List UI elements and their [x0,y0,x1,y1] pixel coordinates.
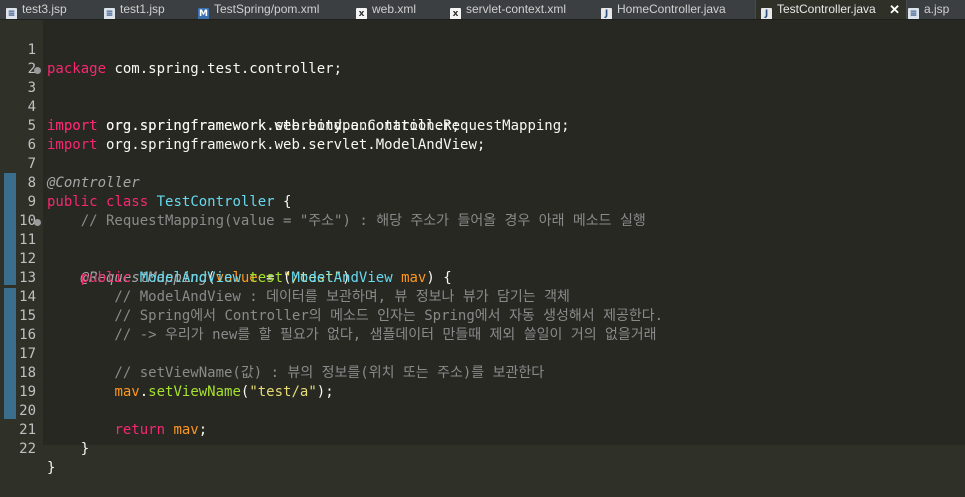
comment: // -> 우리가 new를 할 필요가 없다, 샘플데이터 만들때 제외 쓸일… [47,327,657,343]
fold-toggle-icon[interactable] [34,67,41,74]
parameter-name: mav [401,270,427,286]
line-number: 22 [19,441,36,457]
keyword: import [47,137,98,153]
comment: // RequestMapping(value = "주소") : 해당 주소가… [47,213,646,229]
close-tab-icon[interactable]: ✕ [889,0,900,19]
maven-pom-icon: M [198,8,209,19]
code-line: 14 // Spring에서 Controller의 메소드 인자는 Sprin… [0,269,663,324]
code-line: 20 return mav; [0,383,207,438]
tab-label: servlet-context.xml [466,2,567,16]
code-line: 18 mav.setViewName("test/a"); [0,345,333,400]
code-line: 4 import org.springframework.web.bind.an… [0,79,570,134]
comment: // ModelAndView : 데이터를 보관하며, 뷰 정보나 뷰가 담기… [47,289,570,305]
jsp-file-icon: ≡ [6,8,17,19]
type-name: ModelAndView [139,270,241,286]
xml-file-icon: x [356,8,367,19]
code-line: 19 [0,364,36,400]
code-text: com.spring.test.controller; [106,61,343,77]
tab-home-controller-java[interactable]: J HomeController.java [601,0,751,19]
code-line: 17 // setViewName(값) : 뷰의 정보를(위치 또는 주소)를… [0,326,544,381]
tab-label: web.xml [372,2,417,16]
keyword: public [80,270,132,286]
code-line: 6 [0,117,36,153]
tab-label: TestController.java [777,2,876,16]
code-line: 3 import org.springframework.stereotype.… [0,60,460,134]
tab-label: TestSpring/pom.xml [214,2,320,16]
code-line: 10 [0,193,36,229]
tab-test3-jsp[interactable]: ≡ test3.jsp [6,0,98,19]
tab-a-jsp[interactable]: ≡ a.jsp [908,0,965,19]
code-text: org.springframework.web.servlet.ModelAnd… [97,137,486,153]
keyword: class [106,194,149,210]
tab-web-xml[interactable]: x web.xml [356,0,444,19]
code-text: } [47,441,90,457]
code-line: 8 public class TestController { [0,155,292,210]
tab-servlet-context-xml[interactable]: x servlet-context.xml [450,0,595,19]
class-name: TestController [156,194,275,210]
tab-pom-xml[interactable]: M TestSpring/pom.xml [198,0,348,19]
fold-toggle-icon[interactable] [34,219,41,226]
editor-tab-bar: ≡ test3.jsp ≡ test1.jsp M TestSpring/pom.xm… [0,0,965,20]
code-text: ; [198,422,208,438]
xml-file-icon: x [450,8,461,19]
jsp-file-icon: ≡ [104,8,115,19]
code-text: } [47,460,56,476]
jsp-file-icon: ≡ [908,8,919,19]
method-name: setViewName [148,384,241,400]
code-text: . [139,384,149,400]
code-line: 5 import org.springframework.web.servlet… [0,98,486,153]
code-line: 1 package com.spring.test.controller; [0,22,342,77]
code-line: 21 } [0,402,89,457]
string-literal: "test/a" [249,384,317,400]
tab-label: a.jsp [924,2,950,16]
code-line: 12 public ModelAndView test(ModelAndView… [0,231,452,286]
java-file-icon: J [761,8,772,19]
code-line: 22 } [0,421,55,476]
code-text: ); [316,384,334,400]
keyword: package [47,61,107,77]
code-line: 15 // -> 우리가 new를 할 필요가 없다, 샘플데이터 만들때 제외… [0,288,656,343]
code-line: 16 [0,307,36,343]
code-line: 9 // RequestMapping(value = "주소") : 해당 주… [0,174,646,229]
code-text: org.springframework.web.bind.annotation.… [97,118,570,134]
code-text: ) { [426,270,452,286]
type-name: ModelAndView [291,270,393,286]
keyword: import [47,118,98,134]
annotation: @Controller [47,175,140,191]
keyword: public [47,194,98,210]
method-name: test [249,270,284,286]
tab-test-controller-java[interactable]: J TestController.java ✕ [755,0,907,19]
comment: // setViewName(값) : 뷰의 정보를(위치 또는 주소)를 보관… [47,365,545,381]
tab-test1-jsp[interactable]: ≡ test1.jsp [104,0,192,19]
tab-label: test1.jsp [120,2,165,16]
keyword: return [114,422,166,438]
tab-label: HomeController.java [617,2,726,16]
java-file-icon: J [601,8,612,19]
code-line: 7 @Controller [0,136,140,191]
code-text: { [274,194,292,210]
code-line: 11 @RequestMapping(value = "/test") [0,212,351,286]
code-editor[interactable]: 1 package com.spring.test.controller; 2 … [0,20,965,476]
variable-name: mav [173,422,199,438]
comment: // Spring에서 Controller의 메소드 인자는 Spring에서… [47,308,664,324]
variable-name: mav [114,384,140,400]
tab-label: test3.jsp [22,2,67,16]
code-line: 2 [0,41,36,77]
code-line: 13 // ModelAndView : 데이터를 보관하며, 뷰 정보나 뷰가… [0,250,570,305]
